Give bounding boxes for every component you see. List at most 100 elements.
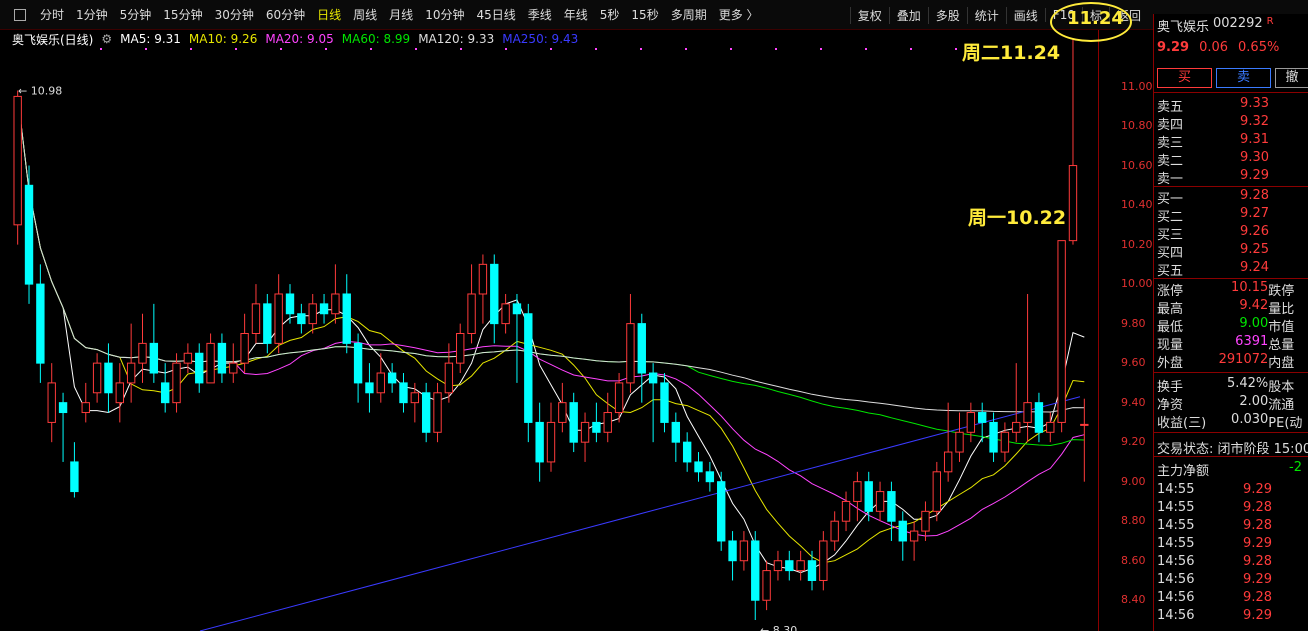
candle [762,560,771,611]
candle [1023,293,1032,443]
period-tab[interactable]: 周线 [347,6,383,23]
candle [1046,412,1055,443]
bid-price: 9.24 [1240,260,1269,275]
period-tab[interactable]: 年线 [558,6,594,23]
tick-price: 9.29 [1243,608,1272,623]
price-pct: 0.65% [1238,40,1280,55]
quote-row: 买四 9.25 [1157,242,1308,261]
tick-time: 14:56 [1157,608,1195,623]
marker-dot [235,48,237,50]
period-tab[interactable]: 10分钟 [419,6,470,23]
candle [342,274,351,354]
period-tab[interactable]: 月线 [383,6,419,23]
tool-button[interactable]: 统计 [966,6,1006,24]
marker-dot [325,48,327,50]
period-tab[interactable]: 30分钟 [209,6,260,23]
stat-label: 涨停 [1157,284,1184,299]
quote-row: 14:56 9.28 [1157,590,1308,608]
candle [796,550,805,581]
candle [524,303,533,443]
period-tab[interactable]: 日线 [311,6,347,23]
tick-time: 14:55 [1157,482,1195,497]
stat-label: 净资 [1157,398,1184,413]
candle [717,471,726,551]
quote-row: 买三 9.26 [1157,224,1308,243]
candle [592,402,601,443]
quote-row: 买二 9.27 [1157,206,1308,225]
price-tick: 9.80 [1121,316,1146,330]
divider [1154,278,1308,279]
period-tab[interactable]: 45日线 [470,6,521,23]
quote-row: 换手 5.42% 股本 [1157,376,1308,395]
net-label: 主力净额 [1157,464,1210,479]
quote-row: 14:56 9.29 [1157,572,1308,590]
stat-label-2: 跌停 [1268,284,1295,299]
candle [478,254,488,324]
sell-button[interactable]: 卖 [1216,68,1271,88]
period-tab[interactable]: 60分钟 [260,6,311,23]
period-tab[interactable]: 季线 [522,6,558,23]
stat-value: 0.030 [1231,412,1269,427]
tool-button[interactable]: 画线 [1005,6,1045,24]
stock-header: 奥飞娱乐 002292 R [1157,16,1308,35]
period-tab[interactable]: 15分钟 [157,6,208,23]
candle [467,264,476,344]
cancel-button[interactable]: 撤 [1275,68,1308,88]
circled-price: 11.24 [1067,8,1124,29]
tick-time: 14:55 [1157,500,1195,515]
candle [138,313,147,383]
period-tab[interactable]: 15秒 [625,6,664,23]
period-tab[interactable]: 1分钟 [70,6,114,23]
candle [308,293,317,334]
period-tab[interactable]: 多周期 [665,6,713,23]
bid-label: 买二 [1157,210,1184,225]
price-tick: 9.60 [1121,356,1146,370]
stat-label-2: 量比 [1268,302,1295,317]
bid-label: 买三 [1157,228,1184,243]
buy-button[interactable]: 买 [1157,68,1212,88]
tool-button[interactable]: 叠加 [888,6,928,24]
stat-value: 6391 [1235,334,1269,349]
period-tab[interactable]: 5秒 [594,6,626,23]
ask-price: 9.33 [1240,96,1269,111]
price-change: 0.06 [1199,40,1229,55]
candle [819,531,828,591]
candle [875,481,885,522]
stat-value: 9.42 [1239,298,1269,313]
period-tab[interactable]: 分时 [34,6,70,23]
stock-name: 奥飞娱乐 [1157,20,1210,35]
candle [671,412,681,462]
kline-chart[interactable]: ← 10.98 ← 8.30 [0,30,1098,631]
quote-row: 外盘 291072 内盘 [1157,352,1308,371]
low-label: ← 8.30 [760,624,797,631]
tool-button[interactable]: 复权 [849,6,889,24]
marker-dot [415,48,417,50]
marker-dot [190,48,192,50]
quote-row: 最低 9.00 市值 [1157,316,1308,335]
stat-value: 5.42% [1226,376,1269,391]
candle [126,323,136,403]
tick-price: 9.29 [1243,482,1272,497]
candle [569,392,578,453]
candle [853,471,862,522]
panel-toggle-icon[interactable] [14,8,26,21]
stat-label: 最高 [1157,302,1184,317]
quote-row: 净资 2.00 流通 [1157,394,1308,413]
candle [1057,240,1066,433]
period-tab[interactable]: 更多 〉 [713,6,765,23]
candle [433,382,442,443]
period-tab[interactable]: 5分钟 [114,6,158,23]
quote-row: 卖三 9.31 [1157,132,1308,151]
quote-row: 涨停 10.15 跌停 [1157,280,1308,299]
price-tick: 10.40 [1121,198,1153,212]
candle [70,442,79,498]
quote-row: 买一 9.28 [1157,188,1308,207]
quote-row: 交易状态: 闭市阶段 15:00 [1157,438,1308,457]
tool-button[interactable]: 多股 [927,6,967,24]
candle [841,491,851,532]
candle [546,402,556,472]
candle [115,363,124,423]
ask-label: 卖一 [1157,172,1184,187]
ask-price: 9.32 [1240,114,1269,129]
candle [943,402,953,482]
